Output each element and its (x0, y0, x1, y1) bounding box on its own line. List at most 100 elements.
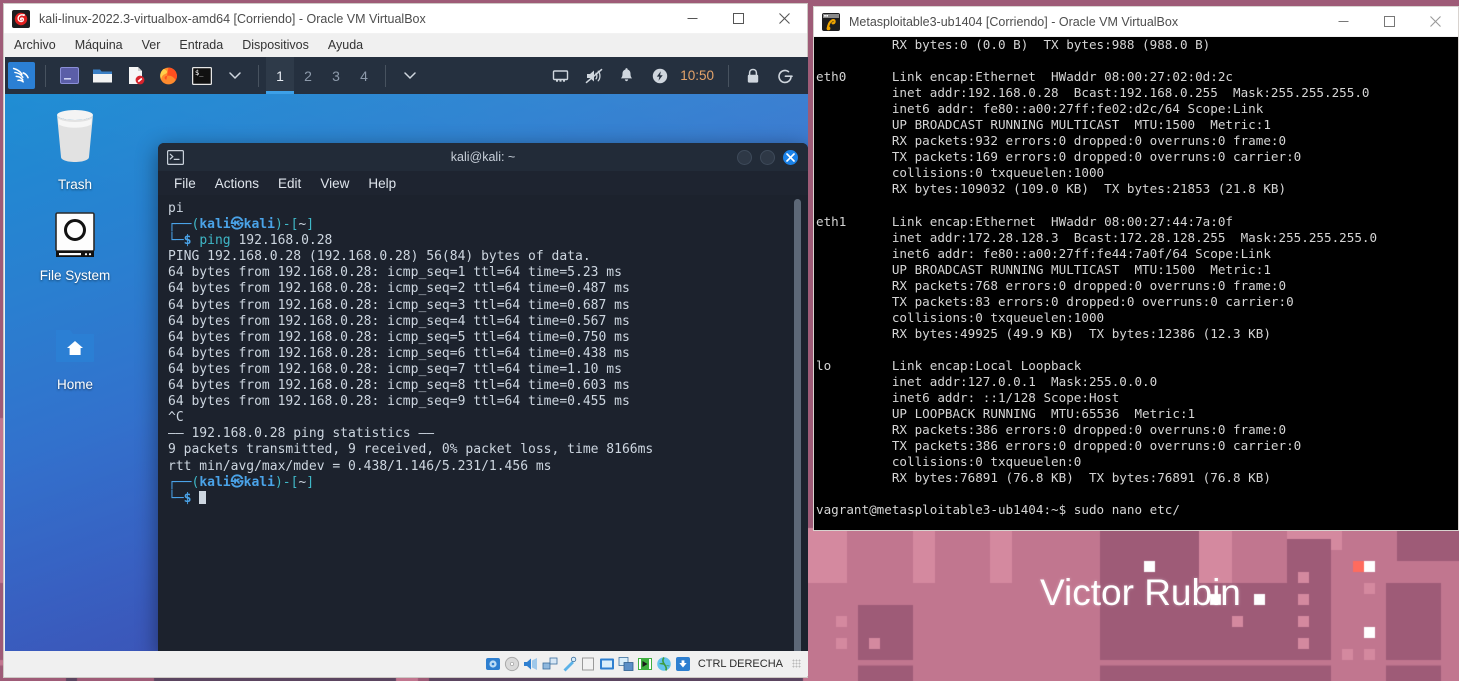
close-button[interactable] (761, 4, 807, 34)
terminal-window-controls (737, 149, 808, 165)
text-editor-icon[interactable] (122, 62, 149, 89)
console-line: vagrant@metasploitable3-ub1404:~$ sudo n… (816, 502, 1180, 518)
menu-dispositivos[interactable]: Dispositivos (242, 38, 309, 52)
shared-folder-icon[interactable] (580, 656, 596, 672)
chevron-down-icon[interactable] (221, 62, 248, 89)
recording-icon[interactable] (637, 656, 653, 672)
audio-icon[interactable] (523, 656, 539, 672)
kali-menu-icon[interactable] (8, 62, 35, 89)
terminal-menu-help[interactable]: Help (368, 176, 396, 191)
kali-vm-window[interactable]: kali-linux-2022.3-virtualbox-amd64 [Corr… (3, 3, 808, 678)
workspace-3[interactable]: 3 (322, 57, 350, 94)
network-adapter-icon[interactable] (542, 656, 558, 672)
minimize-button[interactable] (1320, 7, 1366, 37)
menu-ayuda[interactable]: Ayuda (328, 38, 363, 52)
speaker-muted-icon[interactable] (580, 62, 607, 89)
panel-divider (45, 64, 46, 87)
usb-icon[interactable] (561, 656, 577, 672)
mouse-integration-icon[interactable] (656, 656, 672, 672)
display-icon[interactable] (599, 656, 615, 672)
desktop-icon-trash[interactable]: Trash (5, 105, 145, 192)
kali-top-panel[interactable]: $_ 1 2 3 4 10:50 (5, 57, 808, 94)
close-button[interactable] (1412, 7, 1458, 37)
terminal-output[interactable]: pi ┌──(kali㉿kali)-[~] └─$ ping 192.168.0.2… (158, 195, 808, 653)
terminal-line: ┌──(kali㉿kali)-[~] (168, 474, 315, 490)
terminal-menubar[interactable]: File Actions Edit View Help (158, 171, 808, 195)
menu-archivo[interactable]: Archivo (14, 38, 56, 52)
terminal-icon[interactable]: $_ (188, 62, 215, 89)
terminal-line: ^C (168, 410, 184, 426)
terminal-titlebar[interactable]: kali@kali: ~ (158, 143, 808, 171)
terminal-line: 64 bytes from 192.168.0.28: icmp_seq=1 t… (168, 265, 622, 281)
workspace-4[interactable]: 4 (350, 57, 378, 94)
panel-clock[interactable]: 10:50 (680, 68, 714, 83)
workspace-chevron-down-icon[interactable] (396, 62, 423, 89)
power-icon[interactable] (646, 62, 673, 89)
console-line: UP BROADCAST RUNNING MULTICAST MTU:1500 … (816, 261, 1271, 277)
desktop-icon-home[interactable]: Home (5, 327, 145, 392)
trash-icon (57, 110, 93, 162)
terminal-line: 64 bytes from 192.168.0.28: icmp_seq=3 t… (168, 297, 630, 313)
terminal-window[interactable]: kali@kali: ~ File Actions Edit View Help… (158, 143, 808, 653)
meta-window-title: Metasploitable3-ub1404 [Corriendo] - Ora… (849, 14, 1179, 29)
menu-maquina[interactable]: Máquina (75, 38, 123, 52)
terminal-line: 64 bytes from 192.168.0.28: icmp_seq=9 t… (168, 394, 630, 410)
logout-icon[interactable] (772, 62, 799, 89)
desktop-icon-file-system[interactable]: File System (5, 212, 145, 283)
wallpaper-watermark: Victor Rubin (1040, 572, 1241, 613)
menu-ver[interactable]: Ver (142, 38, 161, 52)
metasploitable-console[interactable]: RX bytes:0 (0.0 B) TX bytes:988 (988.0 B… (814, 37, 1458, 530)
resize-grip-icon[interactable] (792, 659, 801, 668)
kali-window-controls (669, 4, 807, 34)
terminal-line: ┌──(kali㉿kali)-[~] (168, 217, 315, 233)
optical-disk-icon[interactable] (504, 656, 520, 672)
virtualbox-metasploitable-icon (822, 12, 840, 31)
close-button[interactable] (783, 149, 798, 165)
workspace-2[interactable]: 2 (294, 57, 322, 94)
kali-system-tray[interactable]: 10:50 (544, 62, 808, 89)
terminal-line: 64 bytes from 192.168.0.28: icmp_seq=2 t… (168, 281, 630, 297)
terminal-menu-file[interactable]: File (174, 176, 196, 191)
terminal-menu-edit[interactable]: Edit (278, 176, 301, 191)
workspace-1[interactable]: 1 (266, 57, 294, 94)
notification-bell-icon[interactable] (613, 62, 640, 89)
kali-guest-screen[interactable]: $_ 1 2 3 4 10:50 Trash File System Home … (5, 57, 808, 653)
kali-window-title: kali-linux-2022.3-virtualbox-amd64 [Corr… (39, 11, 426, 26)
maximize-button[interactable] (1366, 7, 1412, 37)
terminal-scrollbar[interactable] (794, 199, 801, 653)
file-manager-icon[interactable] (89, 62, 116, 89)
metasploitable-vm-window[interactable]: Metasploitable3-ub1404 [Corriendo] - Ora… (813, 6, 1459, 531)
firefox-icon[interactable] (155, 62, 182, 89)
network-icon[interactable] (547, 62, 574, 89)
console-line: inet6 addr: fe80::a00:27ff:fe02:d2c/64 S… (816, 101, 1264, 117)
console-line: TX packets:169 errors:0 dropped:0 overru… (816, 149, 1302, 165)
minimize-button[interactable] (669, 4, 715, 34)
desktop-icon-home-label: Home (56, 377, 93, 392)
panel-divider-2 (258, 64, 259, 87)
menu-entrada[interactable]: Entrada (179, 38, 223, 52)
terminal-menu-view[interactable]: View (320, 176, 349, 191)
terminal-menu-actions[interactable]: Actions (215, 176, 259, 191)
hard-disk-icon[interactable] (485, 656, 501, 672)
console-line: RX bytes:76891 (76.8 KB) TX bytes:76891 … (816, 470, 1271, 486)
remote-display-icon[interactable] (618, 656, 634, 672)
terminal-cursor (199, 490, 207, 504)
kali-vbox-menubar[interactable]: Archivo Máquina Ver Entrada Dispositivos… (4, 34, 807, 56)
meta-window-titlebar[interactable]: Metasploitable3-ub1404 [Corriendo] - Ora… (814, 7, 1458, 37)
console-line: RX packets:386 errors:0 dropped:0 overru… (816, 422, 1287, 438)
app-window-icon[interactable] (56, 62, 83, 89)
maximize-button[interactable] (715, 4, 761, 34)
console-line: UP LOOPBACK RUNNING MTU:65536 Metric:1 (816, 406, 1196, 422)
console-line: inet6 addr: ::1/128 Scope:Host (816, 390, 1120, 406)
maximize-button[interactable] (760, 149, 775, 165)
console-line: RX packets:768 errors:0 dropped:0 overru… (816, 277, 1287, 293)
host-key-icon[interactable] (675, 656, 691, 672)
console-line: inet6 addr: fe80::a00:27ff:fe44:7a0f/64 … (816, 245, 1271, 261)
kali-window-titlebar[interactable]: kali-linux-2022.3-virtualbox-amd64 [Corr… (4, 4, 807, 34)
lock-icon[interactable] (739, 62, 766, 89)
minimize-button[interactable] (737, 149, 752, 165)
terminal-scrollbar-thumb[interactable] (794, 199, 801, 653)
console-line: eth0 Link encap:Ethernet HWaddr 08:00:27… (816, 69, 1234, 85)
